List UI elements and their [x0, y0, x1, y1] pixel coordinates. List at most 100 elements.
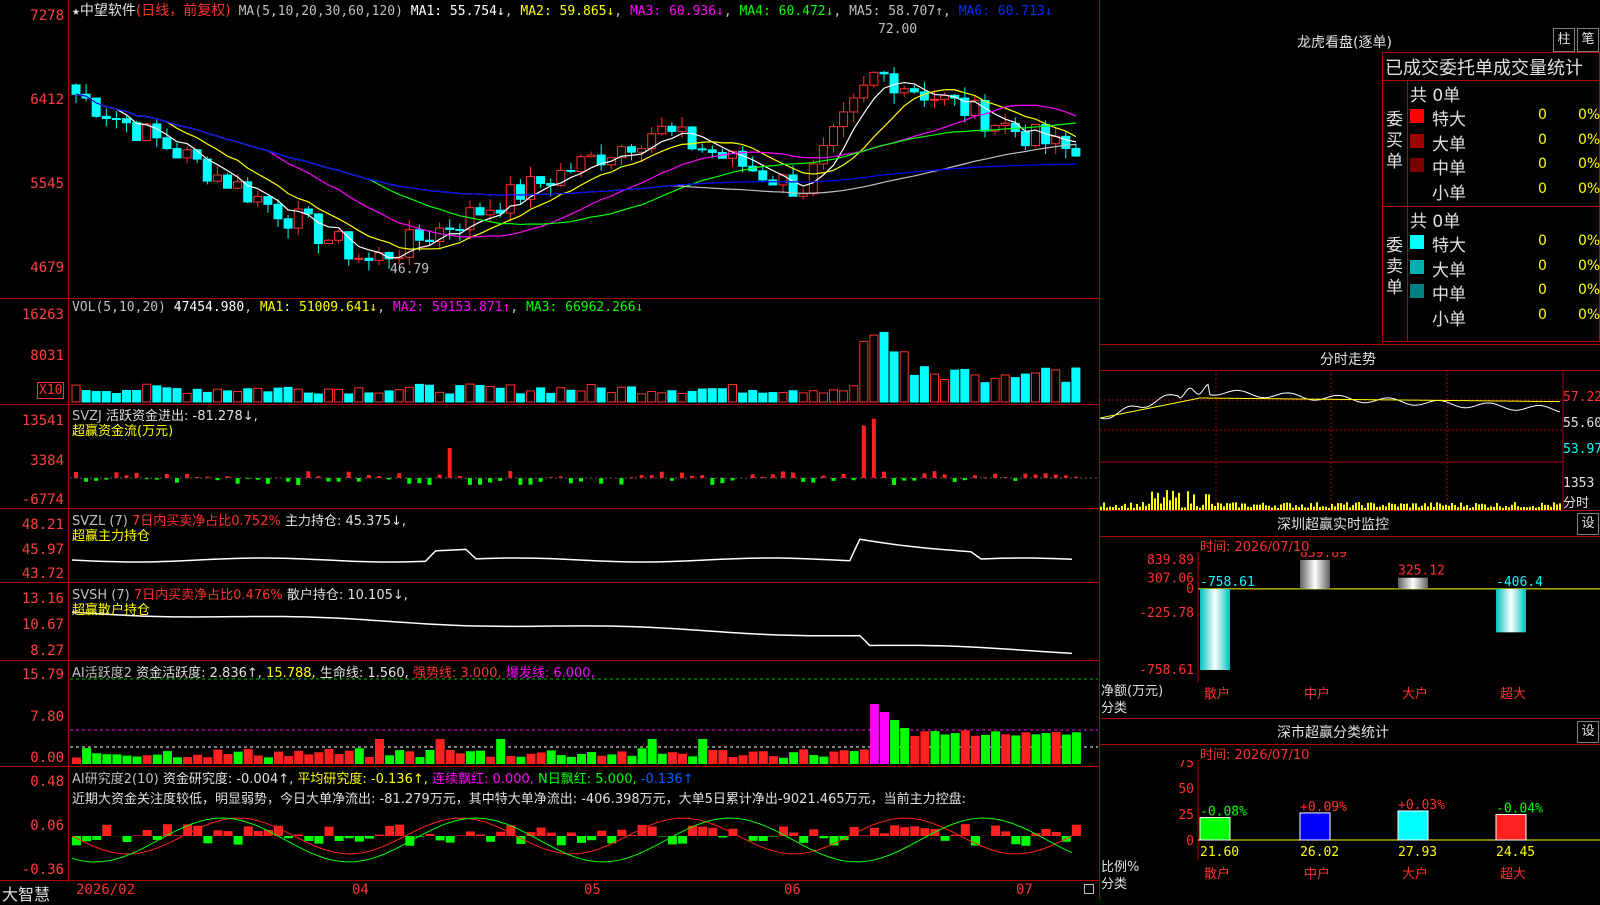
- ai-research-y-tick-3: -0.36: [0, 862, 64, 878]
- intraday-chart[interactable]: [1100, 370, 1600, 510]
- volume-bar: [456, 386, 464, 402]
- buy-count: 0: [1538, 181, 1547, 197]
- candle-down: [112, 119, 120, 120]
- svsh-sub: 超赢散户持仓: [72, 599, 150, 618]
- research-bar: [920, 828, 929, 836]
- activity-bar: [789, 752, 798, 764]
- volume-bar: [749, 390, 757, 402]
- buy-total: 共 0单: [1410, 81, 1460, 106]
- sz-monitor-chart: 839.89307.060-225.78-758.61-758.61散户839.…: [1100, 552, 1600, 718]
- candle-down: [628, 147, 636, 152]
- fund-flow-bar: [842, 474, 846, 478]
- research-bar: [1042, 829, 1051, 836]
- volume-bar: [981, 383, 989, 402]
- kline-chart-svg[interactable]: [0, 0, 1100, 900]
- intraday-vol-bar: [1316, 502, 1318, 510]
- main-y-tick-3: 5545: [0, 176, 64, 192]
- activity-bar: [173, 757, 182, 764]
- intraday-vol-bar: [1154, 498, 1156, 510]
- fund-flow-bar: [882, 472, 886, 478]
- activity-bar: [739, 755, 748, 764]
- volume-bar: [971, 375, 979, 402]
- avg-research-line: [72, 818, 1072, 862]
- candle-down: [688, 127, 696, 149]
- sell-total: 共 0单: [1410, 207, 1460, 232]
- activity-bar: [234, 752, 243, 764]
- research-bar: [941, 836, 950, 841]
- stats-change-label: -0.04%: [1496, 802, 1543, 817]
- ai-research-desc2: 平均研究度: -0.136↑,: [297, 772, 427, 787]
- candle-down: [123, 119, 131, 123]
- activity-bar: [436, 739, 445, 764]
- main-chart-area[interactable]: [0, 0, 1100, 900]
- svzj-y-tick-2: 3384: [0, 453, 64, 469]
- volume-bar: [254, 388, 262, 402]
- research-bar: [314, 836, 323, 844]
- research-bar: [92, 836, 101, 840]
- stroke-view-button[interactable]: 笔: [1577, 28, 1599, 52]
- activity-bar: [506, 756, 515, 764]
- activity-bar: [557, 755, 566, 764]
- fund-flow-bar: [660, 472, 664, 478]
- buy-row: 小单00%: [1410, 179, 1600, 201]
- research-bar: [254, 831, 263, 836]
- volume-bar: [123, 390, 131, 402]
- stats-change-label: +0.03%: [1398, 798, 1445, 813]
- ai-active-desc1: 资金活跃度: 2.836↑,: [136, 666, 262, 681]
- stock-name: 中望软件: [80, 3, 136, 19]
- vol-panel-title: VOL(5,10,20) 47454.980, MA1: 51009.641↓,…: [72, 300, 643, 315]
- fund-flow-bar: [468, 478, 472, 485]
- fund-flow-bar: [266, 478, 270, 484]
- candle-down: [759, 171, 767, 180]
- intraday-vol-bar: [1358, 502, 1360, 510]
- fund-flow-bar: [84, 478, 88, 482]
- activity-bar: [213, 750, 222, 764]
- intraday-vol-bar: [1205, 494, 1207, 510]
- monitor-value-label: -758.61: [1200, 575, 1255, 590]
- research-bar: [870, 828, 879, 836]
- intraday-vol-bar: [1430, 503, 1432, 510]
- volume-bar: [527, 391, 535, 402]
- intraday-vol-bar: [1496, 503, 1498, 510]
- column-view-button[interactable]: 柱: [1553, 28, 1575, 52]
- sell-count: 0: [1538, 307, 1547, 323]
- intraday-vol-bar: [1415, 503, 1417, 510]
- fund-flow-bar: [529, 478, 533, 485]
- activity-bar: [718, 750, 727, 764]
- volume-bar: [880, 332, 888, 402]
- sz-monitor-settings-button[interactable]: 设: [1577, 513, 1599, 535]
- favorite-star-icon[interactable]: ★: [72, 4, 80, 19]
- buy-color-swatch: [1410, 109, 1424, 123]
- activity-bar: [365, 757, 374, 764]
- activity-bar: [153, 755, 162, 764]
- intraday-vol-bar: [1235, 502, 1237, 510]
- research-bar: [567, 833, 576, 836]
- sell-pct: 0%: [1578, 258, 1600, 274]
- fund-flow-bar: [680, 473, 684, 478]
- research-bar: [799, 836, 808, 843]
- activity-bar: [638, 748, 647, 764]
- lock-icon[interactable]: [1084, 884, 1094, 894]
- ai-active-desc5: 爆发线: 6.000,: [506, 666, 595, 681]
- intraday-vol-bar: [1103, 503, 1105, 510]
- activity-bar: [133, 757, 142, 764]
- research-bar: [426, 834, 435, 836]
- candle-up: [325, 240, 333, 243]
- vol-unit-box[interactable]: X10: [37, 382, 64, 399]
- research-bar: [203, 836, 212, 843]
- activity-bar: [405, 751, 414, 764]
- research-bar: [890, 825, 899, 836]
- candle-down: [264, 196, 272, 204]
- period-label[interactable]: (日线，前复权): [136, 3, 231, 19]
- sz-stats-settings-button[interactable]: 设: [1577, 721, 1599, 743]
- sell-pct: 0%: [1578, 282, 1600, 298]
- ma1-line: [76, 83, 1076, 258]
- volume-bar: [860, 341, 868, 402]
- volume-bar: [274, 388, 282, 402]
- volume-bar: [1072, 368, 1080, 402]
- volume-bar: [698, 389, 706, 402]
- candle-up: [971, 100, 979, 115]
- brand-logo[interactable]: 大智慧: [2, 881, 50, 905]
- candle-down: [567, 170, 575, 171]
- fund-flow-bar: [508, 471, 512, 478]
